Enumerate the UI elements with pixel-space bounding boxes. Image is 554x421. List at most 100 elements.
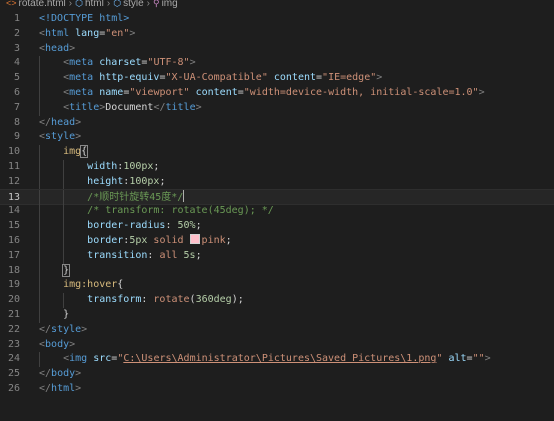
code-token: http-equiv [99,72,160,84]
line-number: 5 [13,72,20,84]
line-number: 17 [7,249,20,261]
breadcrumb: <> rotate.html › ⬡ html › ⬡ style › ⚲ img [0,0,554,9]
line-number: 14 [7,205,20,217]
code-token: solid [153,234,190,246]
code-line[interactable]: 9 <style> [0,130,554,145]
code-line[interactable]: 12 height:100px; [0,174,554,190]
code-line[interactable]: 2 <html lang="en"> [0,27,554,42]
code-token: /* transform: rotate(45deg); */ [87,205,274,217]
code-token: "UTF-8" [147,57,190,69]
code-line[interactable]: 11 width:100px; [0,159,554,175]
line-number: 12 [7,175,20,187]
line-number: 7 [13,101,20,113]
breadcrumb-style[interactable]: style [123,0,144,9]
code-token: "IE=edge" [322,72,377,84]
code-line[interactable]: 16 border:5px solid pink; [0,233,554,249]
code-token: 360deg [195,294,232,306]
code-token: pink [201,234,226,246]
code-token: > [129,27,136,39]
code-token: "en" [105,27,130,39]
indent-guide [39,204,40,220]
code-line[interactable]: 15 border-radius: 50%; [0,219,554,234]
chevron-right-icon: › [106,0,111,9]
code-line[interactable]: 3 <head> [0,42,554,57]
chevron-right-icon: › [146,0,150,9]
code-line[interactable]: 6 <meta name="viewport" content="width=d… [0,85,554,101]
code-line[interactable]: 14 /* transform: rotate(45deg); */ [0,204,554,220]
code-token: img [69,353,94,365]
code-token: </ [39,382,52,394]
line-number: 23 [7,338,20,350]
code-token: img:hover [63,279,118,291]
code-token: lang [75,27,100,39]
line-number: 20 [7,294,20,306]
breadcrumb-img[interactable]: img [162,0,178,9]
indent-guide [39,189,40,205]
indent-guide [39,71,40,86]
code-line[interactable]: 21 } [0,307,554,323]
indent-guide [63,233,65,249]
code-token: body [51,368,76,380]
code-line[interactable]: 13 /*顺时针旋转45度*/ [0,188,554,206]
line-number: 21 [7,308,20,320]
code-line[interactable]: 22 </style> [0,323,554,338]
code-token: > [376,72,383,84]
code-line[interactable]: 1 <!DOCTYPE html> [0,12,554,27]
code-token: meta [69,86,100,98]
indent-guide [39,352,40,368]
line-number: 10 [7,146,20,158]
code-token: 5s [183,249,196,261]
code-token: ; [153,160,160,172]
code-line[interactable]: 18 } [0,263,554,279]
code-line[interactable]: 5 <meta http-equiv="X-UA-Compatible" con… [0,71,554,86]
code-line[interactable]: 4 <meta charset="UTF-8"> [0,56,554,72]
code-editor[interactable]: 1 <!DOCTYPE html> 2 <html lang="en"> 3 <head>… [0,12,554,397]
code-token: transform [87,294,142,306]
code-token: { [117,279,124,291]
code-token: : [147,249,160,261]
code-line[interactable]: 20 transform: rotate(360deg); [0,293,554,308]
indent-guide [63,293,65,308]
code-token: head [45,42,70,54]
code-token: content [273,72,317,84]
line-number: 26 [7,382,20,394]
code-token: title [69,101,100,113]
code-token: title [165,101,196,113]
code-token: src [93,353,112,365]
code-token: all [159,249,184,261]
line-number: 8 [13,116,20,128]
line-number: 1 [13,13,20,24]
code-token: rotate [153,294,190,306]
code-token: } [62,263,71,277]
indent-guide [39,56,40,72]
indent-guide [39,100,40,116]
indent-guide [39,263,40,279]
code-line[interactable]: 10 img{ [0,145,554,160]
code-line[interactable]: 25 </body> [0,367,554,382]
breadcrumb-html[interactable]: html [85,0,104,9]
code-line[interactable]: 23 <body> [0,338,554,353]
text-cursor [183,189,185,202]
code-line[interactable]: 19 img:hover{ [0,278,554,294]
code-token: "" [472,353,485,365]
code-line[interactable]: 26 </html> [0,382,554,397]
code-token: transition [87,249,148,261]
code-token: > [195,101,202,113]
code-token: 5px [129,234,154,246]
code-token: </ [153,101,166,113]
html-file-icon: <> [6,0,17,8]
indent-guide [39,293,40,308]
breadcrumb-file[interactable]: rotate.html [19,0,66,9]
color-swatch-icon[interactable] [189,233,200,244]
code-line[interactable]: 8 </head> [0,116,554,131]
line-number: 13 [7,191,20,203]
code-token: > [75,131,82,143]
selector-icon: ⚲ [152,0,160,8]
element-icon: ⬡ [113,0,122,8]
code-line[interactable]: 7 <title>Document</title> [0,100,554,116]
code-token: > [81,323,88,335]
code-line[interactable]: 17 transition: all 5s; [0,248,554,264]
code-line[interactable]: 24 <img src="C:\Users\Administrator\Pict… [0,352,554,368]
line-number: 4 [13,57,20,69]
code-token: ; [159,175,166,187]
